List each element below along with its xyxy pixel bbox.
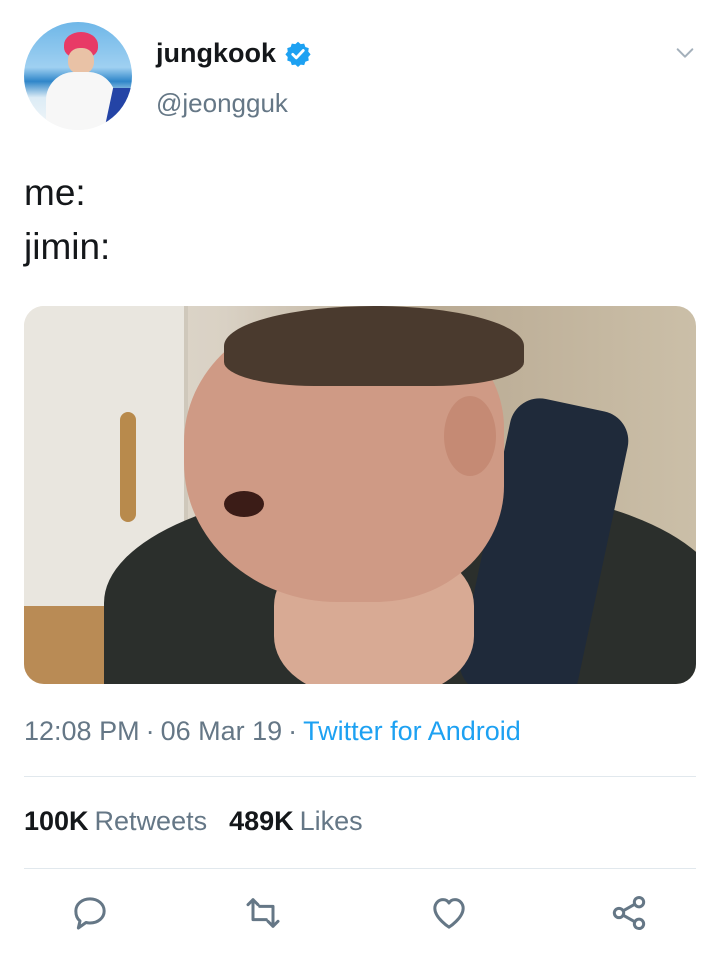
tweet-source-link[interactable]: Twitter for Android [303, 716, 521, 746]
tweet-actions [0, 890, 720, 940]
tweet-header: jungkook @jeongguk [24, 22, 704, 132]
divider [24, 776, 696, 777]
likes-stat[interactable]: 489K Likes [229, 806, 363, 837]
user-handle[interactable]: @jeongguk [156, 88, 288, 119]
retweet-icon[interactable] [240, 890, 286, 936]
meta-separator: · [288, 716, 298, 746]
tweet-date: 06 Mar 19 [160, 716, 283, 746]
heart-icon[interactable] [426, 890, 472, 936]
retweets-count: 100K [24, 806, 89, 836]
avatar[interactable] [24, 22, 132, 130]
display-name[interactable]: jungkook [156, 38, 276, 69]
tweet-media-image[interactable] [24, 306, 696, 684]
reply-icon[interactable] [67, 890, 113, 936]
chevron-down-icon[interactable] [674, 42, 696, 64]
verified-badge-icon [284, 40, 312, 68]
meta-separator: · [145, 716, 155, 746]
divider [24, 868, 696, 869]
likes-count: 489K [229, 806, 294, 836]
tweet-time: 12:08 PM [24, 716, 140, 746]
tweet-meta: 12:08 PM · 06 Mar 19 · Twitter for Android [24, 716, 521, 747]
share-icon[interactable] [606, 890, 652, 936]
likes-label: Likes [299, 806, 363, 836]
tweet-line: me: [24, 172, 86, 213]
tweet-line: jimin: [24, 226, 111, 267]
tweet-text: me: jimin: [24, 166, 110, 274]
retweets-stat[interactable]: 100K Retweets [24, 806, 207, 837]
name-row: jungkook [156, 38, 312, 69]
engagement-stats: 100K Retweets 489K Likes [24, 806, 363, 837]
retweets-label: Retweets [94, 806, 208, 836]
